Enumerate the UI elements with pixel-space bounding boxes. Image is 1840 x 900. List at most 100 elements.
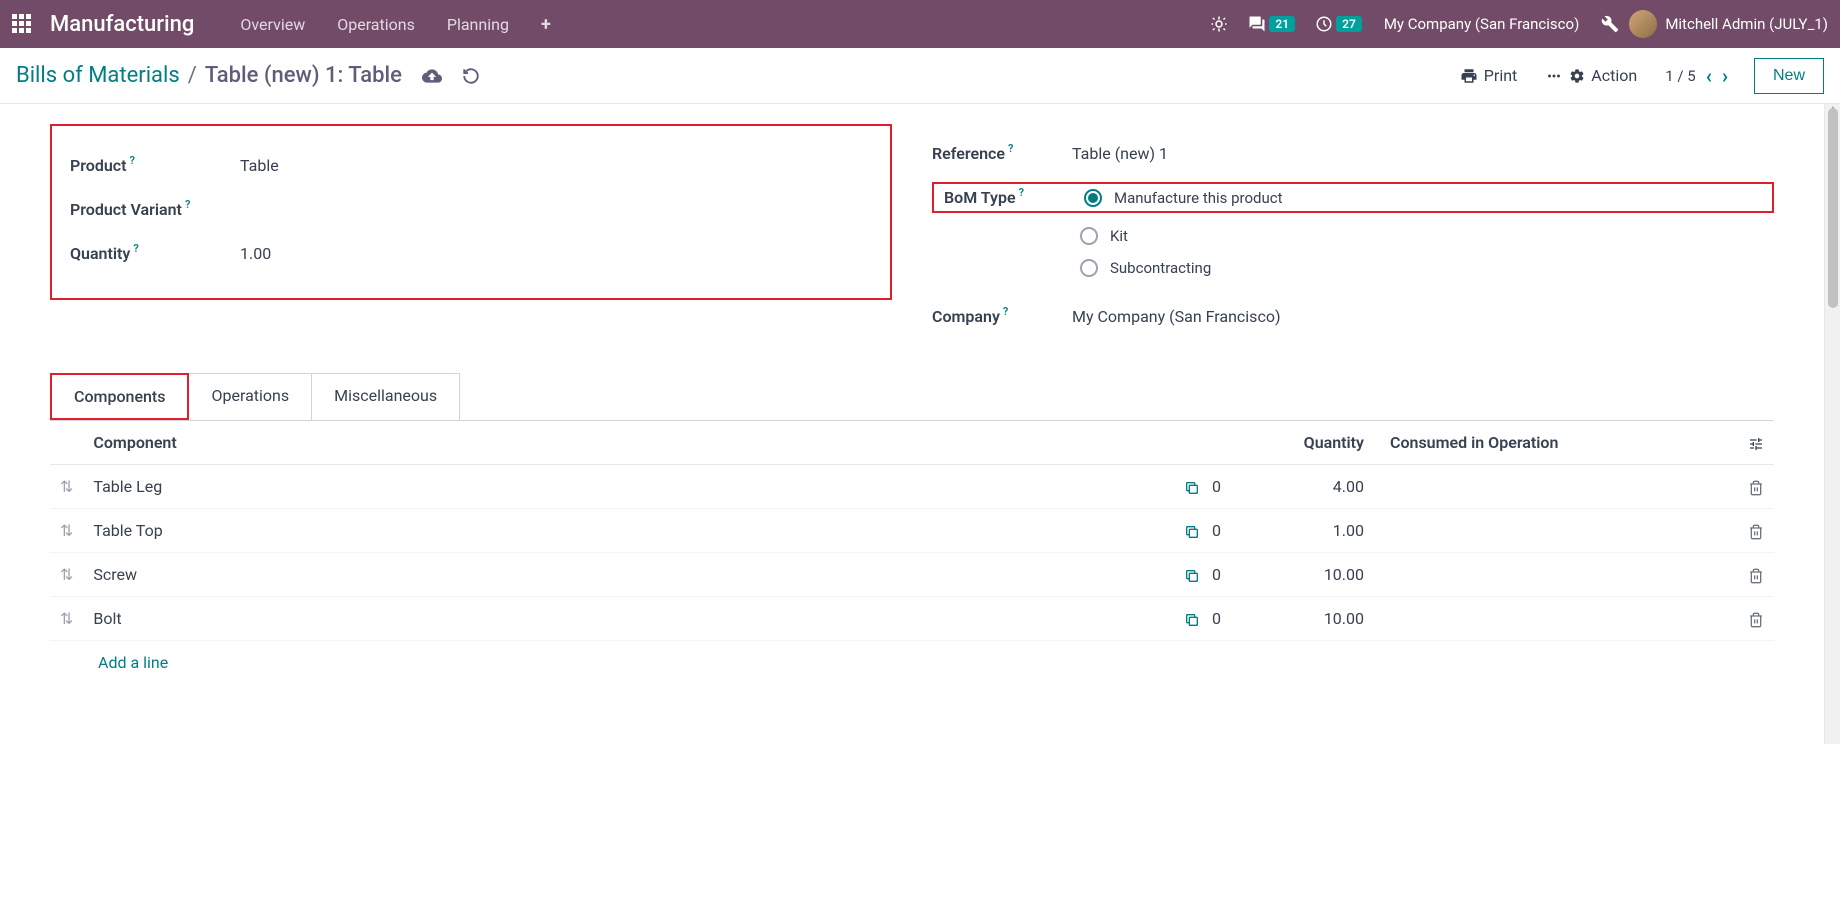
nav-add-icon[interactable]: + [525,14,567,35]
tab-miscellaneous[interactable]: Miscellaneous [311,373,460,420]
pager-next-icon[interactable]: › [1722,64,1728,88]
cloud-save-icon[interactable] [422,65,442,85]
activities-badge: 27 [1336,16,1362,32]
breadcrumb-separator: / [188,63,197,88]
help-icon[interactable]: ? [133,242,138,255]
bug-icon[interactable] [1210,15,1228,33]
user-menu[interactable]: Mitchell Admin (JULY_1) [1665,15,1828,33]
pager: 1 / 5 ‹ › [1665,64,1728,88]
action-button[interactable]: Action [1545,66,1637,85]
add-line-button[interactable]: Add a line [50,641,1774,684]
product-field[interactable]: Table [240,156,279,175]
row-quantity[interactable]: 10.00 [1254,597,1374,641]
print-label: Print [1484,66,1517,85]
trash-icon[interactable] [1748,609,1764,628]
app-title: Manufacturing [50,12,194,37]
breadcrumb-current: Table (new) 1: Table [205,63,402,88]
variant-icon[interactable] [1184,609,1204,628]
trash-icon[interactable] [1748,521,1764,540]
quantity-field[interactable]: 1.00 [240,244,271,263]
trash-icon[interactable] [1748,477,1764,496]
company-field[interactable]: My Company (San Francisco) [1072,307,1281,326]
variant-icon[interactable] [1184,565,1204,584]
variant-count: 0 [1212,521,1221,540]
tab-components[interactable]: Components [50,373,189,420]
tab-operations[interactable]: Operations [188,373,312,420]
variant-icon[interactable] [1184,477,1204,496]
reference-label: Reference? [932,144,1072,163]
variant-label: Product Variant? [70,200,240,219]
avatar[interactable] [1629,10,1657,38]
product-section-highlight: Product? Table Product Variant? Quantity… [50,124,892,300]
help-icon[interactable]: ? [1019,186,1024,199]
action-label: Action [1591,66,1637,85]
tabs: Components Operations Miscellaneous [50,373,1774,420]
component-name[interactable]: Screw [83,553,1174,597]
table-row[interactable]: ⇅ Screw 0 10.00 [50,553,1774,597]
variant-icon[interactable] [1184,521,1204,540]
col-quantity: Quantity [1254,421,1374,465]
discard-icon[interactable] [462,66,480,85]
row-consumed[interactable] [1374,509,1734,553]
activities-icon[interactable]: 27 [1315,15,1362,33]
trash-icon[interactable] [1748,565,1764,584]
variant-count: 0 [1212,609,1221,628]
help-icon[interactable]: ? [1008,142,1013,155]
reference-field[interactable]: Table (new) 1 [1072,144,1168,163]
radio-unchecked-icon [1080,227,1098,245]
messages-badge: 21 [1269,16,1295,32]
row-consumed[interactable] [1374,597,1734,641]
topbar: Manufacturing Overview Operations Planni… [0,0,1840,48]
tools-icon[interactable] [1601,15,1619,33]
nav-planning[interactable]: Planning [431,15,525,34]
radio-checked-icon [1084,189,1102,207]
quantity-label: Quantity? [70,244,240,263]
variant-count: 0 [1212,565,1221,584]
drag-handle-icon[interactable]: ⇅ [60,477,73,496]
help-icon[interactable]: ? [185,198,190,211]
scrollbar[interactable]: ▲ [1824,104,1840,744]
pager-count[interactable]: 1 / 5 [1665,67,1696,85]
component-name[interactable]: Table Leg [83,465,1174,509]
columns-settings-icon[interactable] [1748,433,1764,452]
col-consumed: Consumed in Operation [1374,421,1734,465]
radio-kit[interactable]: Kit [1080,227,1774,245]
help-icon[interactable]: ? [130,154,135,167]
pager-prev-icon[interactable]: ‹ [1706,64,1712,88]
bomtype-label: BoM Type? [944,188,1084,207]
subbar: Bills of Materials / Table (new) 1: Tabl… [0,48,1840,104]
help-icon[interactable]: ? [1003,305,1008,318]
breadcrumb: Bills of Materials / Table (new) 1: Tabl… [16,63,402,88]
scrollbar-thumb[interactable] [1828,108,1838,308]
table-row[interactable]: ⇅ Table Top 0 1.00 [50,509,1774,553]
drag-handle-icon[interactable]: ⇅ [60,565,73,584]
nav-operations[interactable]: Operations [321,15,431,34]
drag-handle-icon[interactable]: ⇅ [60,609,73,628]
company-label: Company? [932,307,1072,326]
component-name[interactable]: Bolt [83,597,1174,641]
row-quantity[interactable]: 1.00 [1254,509,1374,553]
radio-subcontracting[interactable]: Subcontracting [1080,259,1774,277]
nav-overview[interactable]: Overview [224,15,321,34]
product-label: Product? [70,156,240,175]
col-component: Component [83,421,1174,465]
company-selector[interactable]: My Company (San Francisco) [1384,15,1579,33]
row-consumed[interactable] [1374,465,1734,509]
new-button[interactable]: New [1754,58,1824,94]
row-quantity[interactable]: 10.00 [1254,553,1374,597]
row-quantity[interactable]: 4.00 [1254,465,1374,509]
radio-manufacture[interactable]: Manufacture this product [1084,189,1283,207]
messages-icon[interactable]: 21 [1248,15,1295,33]
print-button[interactable]: Print [1460,66,1517,85]
variant-count: 0 [1212,477,1221,496]
table-row[interactable]: ⇅ Table Leg 0 4.00 [50,465,1774,509]
row-consumed[interactable] [1374,553,1734,597]
drag-handle-icon[interactable]: ⇅ [60,521,73,540]
breadcrumb-root[interactable]: Bills of Materials [16,63,180,88]
form-view: Product? Table Product Variant? Quantity… [0,104,1824,744]
table-row[interactable]: ⇅ Bolt 0 10.00 [50,597,1774,641]
component-name[interactable]: Table Top [83,509,1174,553]
components-table: Component Quantity Consumed in Operation… [50,421,1774,641]
apps-icon[interactable] [12,14,32,34]
radio-unchecked-icon [1080,259,1098,277]
